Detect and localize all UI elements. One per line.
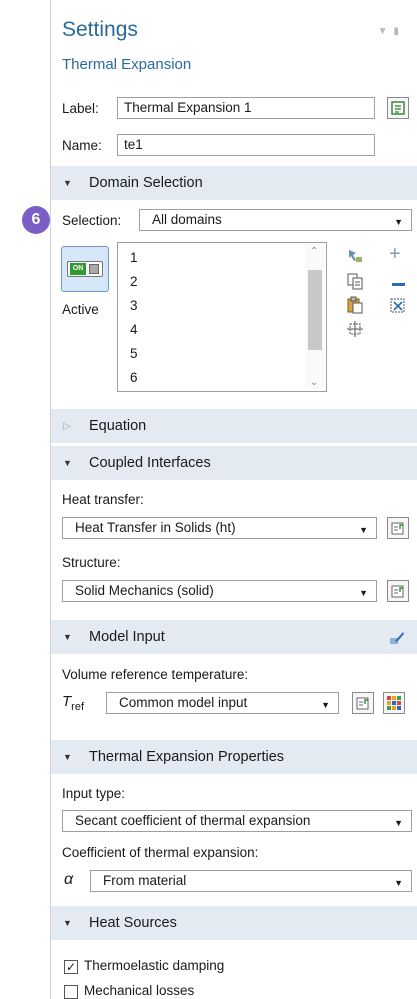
dropdown-arrow-icon: ▼ <box>394 818 403 828</box>
name-field-label: Name: <box>62 138 102 153</box>
alpha-dropdown[interactable]: From material ▼ <box>90 870 412 892</box>
page-title: Settings <box>62 18 138 41</box>
list-item[interactable]: 1 <box>130 250 138 265</box>
chevron-down-icon[interactable]: ▼ <box>378 26 394 37</box>
copy-selection-icon[interactable] <box>346 272 364 290</box>
step-badge: 6 <box>22 206 50 234</box>
go-to-source-icon <box>391 585 404 598</box>
tref-symbol: Tref <box>62 693 84 713</box>
checkmark-icon: ✓ <box>65 960 77 974</box>
go-to-source-icon <box>391 522 404 535</box>
go-to-source-button[interactable] <box>387 517 409 539</box>
active-toggle[interactable]: ON <box>61 246 109 292</box>
label-edit-button[interactable] <box>387 97 409 119</box>
listbox-scrollbar[interactable]: ⌃ ⌄ <box>305 244 325 390</box>
section-heat-sources[interactable]: ▼ Heat Sources <box>51 906 417 940</box>
section-coupled-interfaces[interactable]: ▼ Coupled Interfaces <box>51 446 417 480</box>
label-field-label: Label: <box>62 101 99 116</box>
mechanical-losses-checkbox[interactable] <box>64 985 78 999</box>
dropdown-arrow-icon: ▼ <box>359 588 368 598</box>
tref-T: T <box>62 693 72 710</box>
section-title: Domain Selection <box>89 175 203 191</box>
section-title: Coupled Interfaces <box>89 455 211 471</box>
section-title: Thermal Expansion Properties <box>89 749 285 765</box>
clear-selection-icon[interactable] <box>389 297 407 315</box>
section-title: Heat Sources <box>89 915 177 931</box>
label-input[interactable]: Thermal Expansion 1 <box>117 97 375 119</box>
heat-transfer-dropdown[interactable]: Heat Transfer in Solids (ht) ▼ <box>62 517 377 539</box>
heat-transfer-value: Heat Transfer in Solids (ht) <box>75 520 236 535</box>
list-item[interactable]: 6 <box>130 370 138 385</box>
dropdown-arrow-icon: ▼ <box>394 217 403 227</box>
tref-sub: ref <box>71 701 85 713</box>
section-title: Model Input <box>89 629 165 645</box>
go-to-source-button[interactable] <box>352 692 374 714</box>
chevron-down-icon: ▼ <box>63 752 72 762</box>
notes-icon <box>391 101 405 115</box>
alpha-value: From material <box>103 873 187 888</box>
section-domain-selection[interactable]: ▼ Domain Selection <box>51 166 417 200</box>
selection-value: All domains <box>152 212 222 227</box>
paste-selection-icon[interactable] <box>346 296 364 314</box>
toggle-on-label: ON <box>70 263 86 275</box>
structure-value: Solid Mechanics (solid) <box>75 583 214 598</box>
list-item[interactable]: 5 <box>130 346 138 361</box>
tref-value: Common model input <box>119 695 248 710</box>
name-input[interactable]: te1 <box>117 134 375 156</box>
active-label: Active <box>62 302 99 317</box>
thermoelastic-label: Thermoelastic damping <box>84 958 225 973</box>
domain-listbox[interactable]: 1 2 3 4 5 6 ⌃ ⌄ <box>117 242 327 392</box>
scroll-up-icon[interactable]: ⌃ <box>310 246 318 257</box>
go-to-source-button[interactable] <box>387 580 409 602</box>
list-item[interactable]: 3 <box>130 298 138 313</box>
section-equation[interactable]: ▷ Equation <box>51 409 417 443</box>
structure-label: Structure: <box>62 555 121 570</box>
window-pin-icons[interactable]: ▼▮ <box>378 26 405 37</box>
heat-transfer-label: Heat transfer: <box>62 492 144 507</box>
dropdown-arrow-icon: ▼ <box>359 525 368 535</box>
page-subtitle: Thermal Expansion <box>62 56 192 73</box>
tref-dropdown[interactable]: Common model input ▼ <box>106 692 339 714</box>
dropdown-arrow-icon: ▼ <box>394 878 403 888</box>
toggle-switch: ON <box>67 261 103 277</box>
selection-label: Selection: <box>62 213 122 228</box>
mechanical-losses-label: Mechanical losses <box>84 983 195 998</box>
chevron-down-icon: ▼ <box>63 632 72 642</box>
list-item[interactable]: 2 <box>130 274 138 289</box>
alpha-symbol: α <box>64 871 74 888</box>
coef-label: Coefficient of thermal expansion: <box>62 845 259 860</box>
chevron-down-icon: ▼ <box>63 458 72 468</box>
volume-ref-temp-label: Volume reference temperature: <box>62 667 249 682</box>
zoom-to-selection-icon[interactable] <box>346 320 364 338</box>
chevron-down-icon: ▼ <box>63 178 72 188</box>
panel-left-border <box>50 0 51 999</box>
go-to-source-icon <box>356 697 369 710</box>
selection-dropdown[interactable]: All domains ▼ <box>139 209 412 231</box>
section-thermal-expansion-properties[interactable]: ▼ Thermal Expansion Properties <box>51 740 417 774</box>
create-node-icon <box>387 696 401 710</box>
pin-icon[interactable]: ▮ <box>393 26 405 37</box>
input-type-dropdown[interactable]: Secant coefficient of thermal expansion … <box>62 810 412 832</box>
thermoelastic-checkbox[interactable]: ✓ <box>64 960 78 974</box>
select-by-click-icon[interactable] <box>346 247 364 265</box>
create-node-button[interactable] <box>383 692 405 714</box>
scroll-thumb[interactable] <box>308 270 322 350</box>
remove-icon[interactable] <box>392 283 405 286</box>
input-type-value: Secant coefficient of thermal expansion <box>75 813 311 828</box>
structure-dropdown[interactable]: Solid Mechanics (solid) ▼ <box>62 580 377 602</box>
scroll-down-icon[interactable]: ⌄ <box>310 377 318 388</box>
edit-model-input-icon[interactable] <box>389 629 405 645</box>
section-model-input[interactable]: ▼ Model Input <box>51 620 417 654</box>
dropdown-arrow-icon: ▼ <box>321 700 330 710</box>
add-icon[interactable]: + <box>389 244 401 264</box>
section-title: Equation <box>89 418 147 434</box>
chevron-down-icon: ▼ <box>63 918 72 928</box>
toggle-knob <box>89 264 99 274</box>
list-item[interactable]: 4 <box>130 322 138 337</box>
chevron-right-icon: ▷ <box>63 420 71 432</box>
input-type-label: Input type: <box>62 786 126 801</box>
